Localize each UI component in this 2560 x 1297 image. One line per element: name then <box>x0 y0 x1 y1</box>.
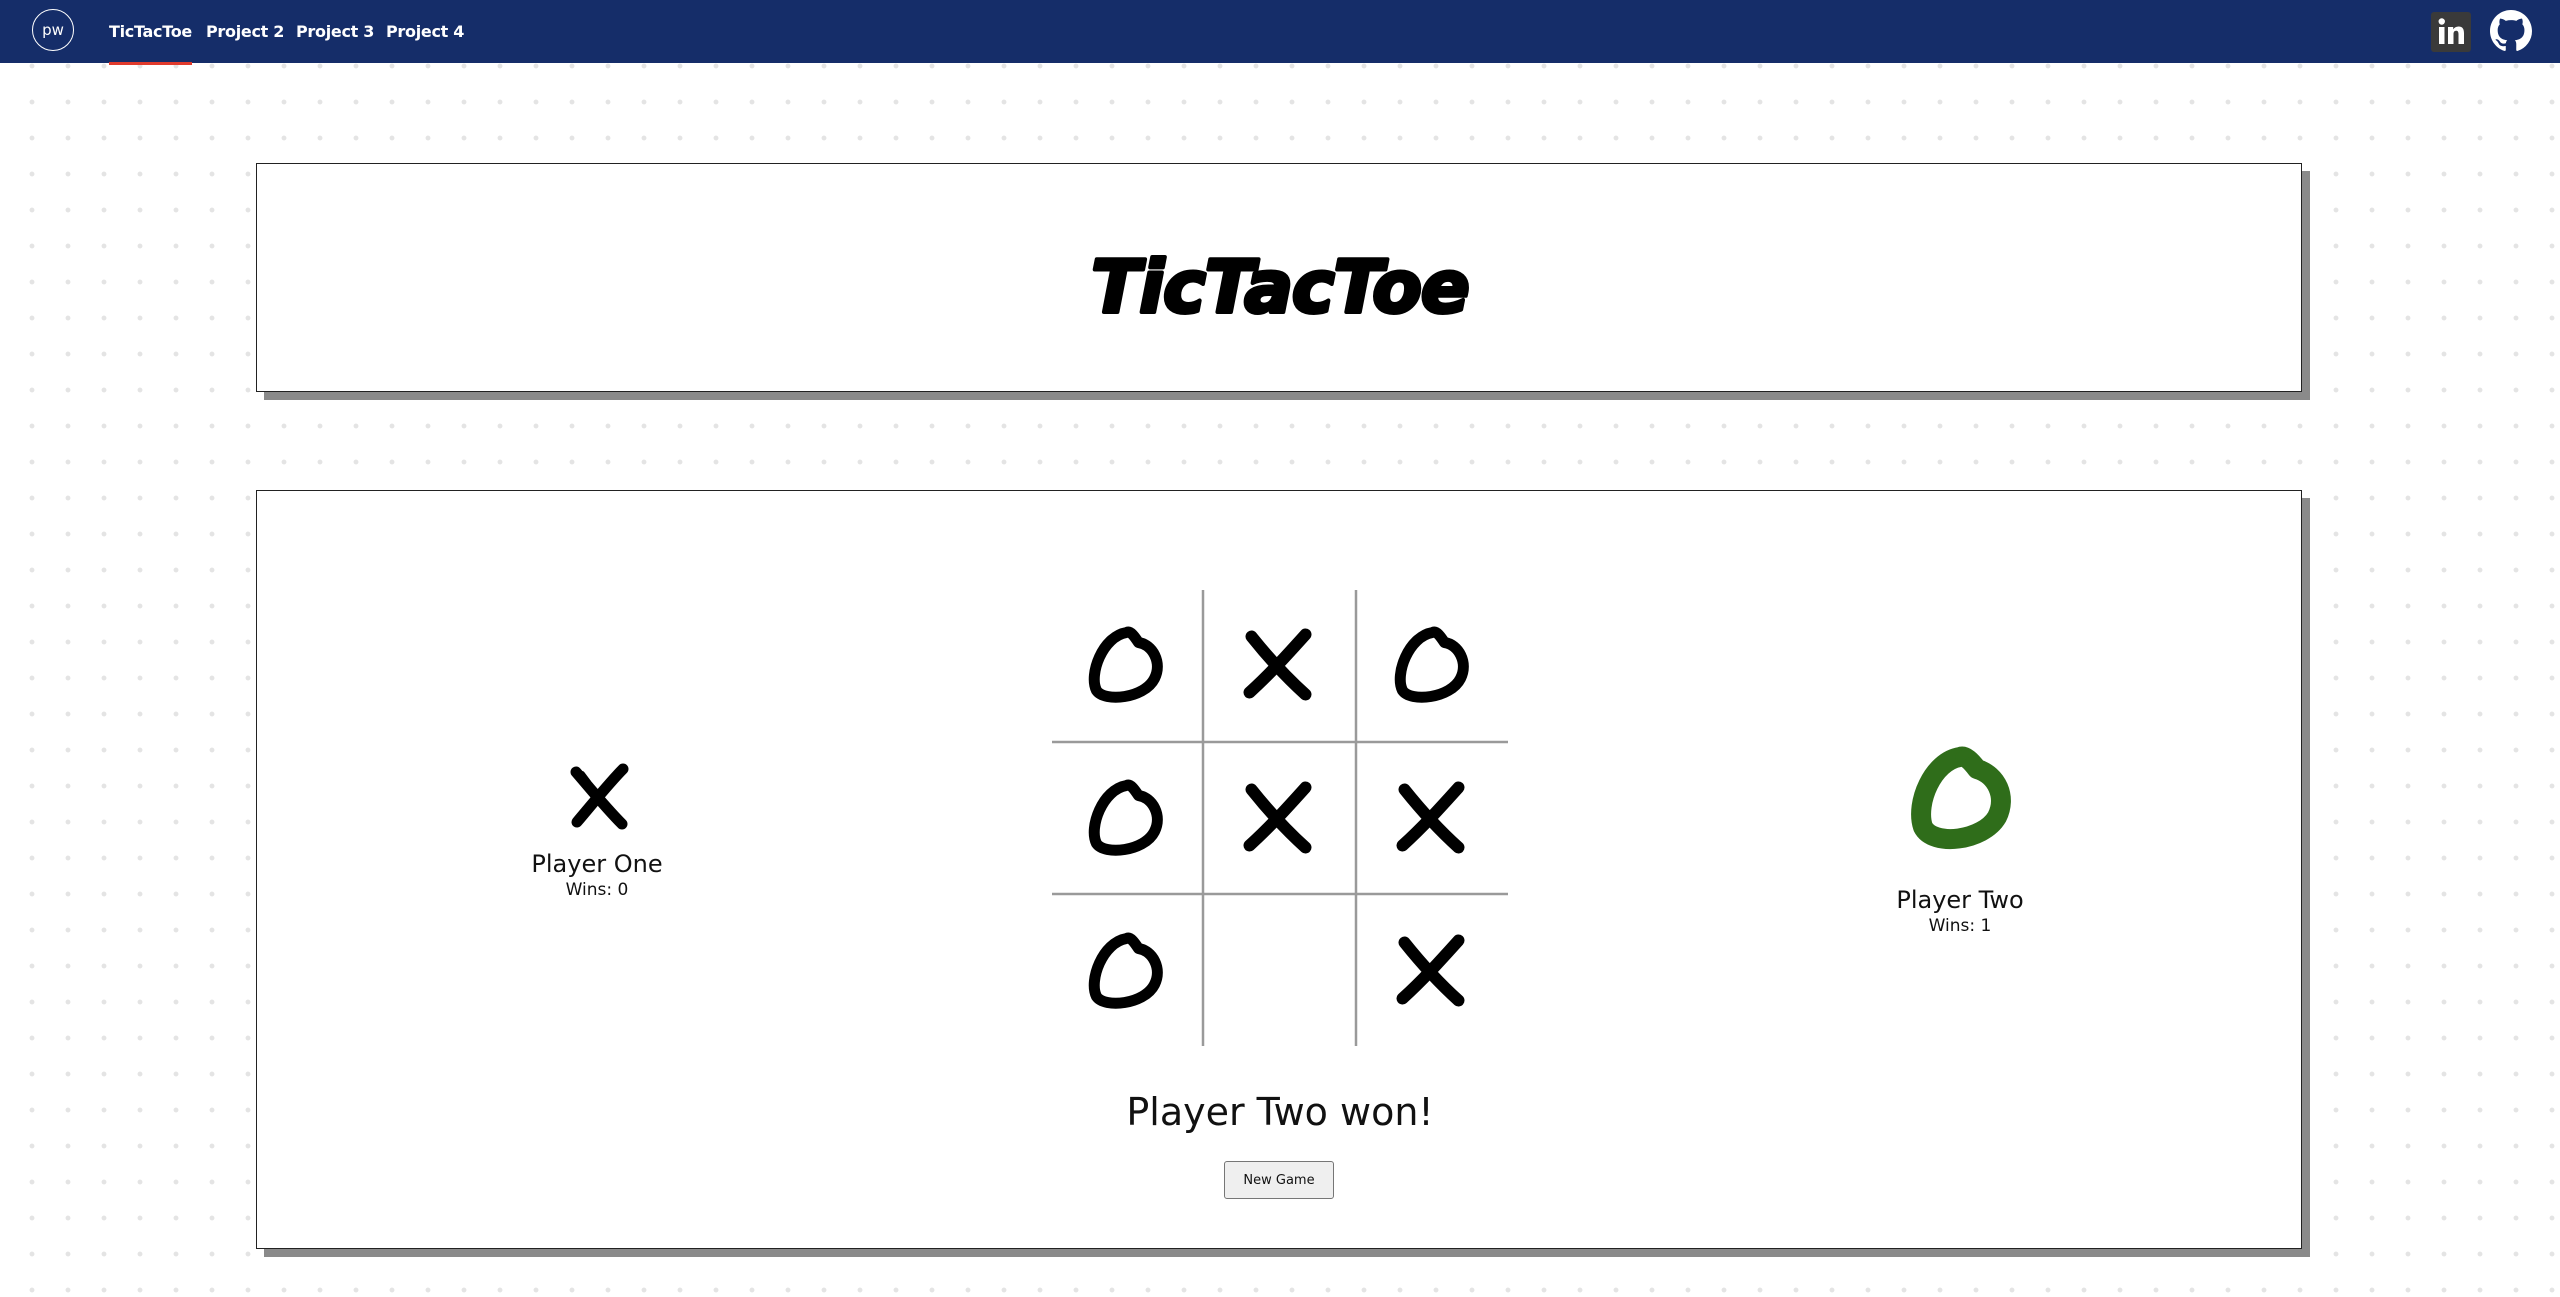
board-cell-6[interactable] <box>1054 900 1199 1045</box>
brand-logo[interactable]: pw <box>32 9 74 51</box>
board-cell-5[interactable] <box>1360 747 1505 892</box>
nav-link-project-4[interactable]: Project 4 <box>386 0 464 63</box>
board-cell-1[interactable] <box>1207 594 1352 739</box>
game-board <box>1052 590 1508 1046</box>
nav-link-project-2[interactable]: Project 2 <box>206 0 284 63</box>
nav-link-tictactoe[interactable]: TicTacToe <box>109 0 192 65</box>
board-cell-7[interactable] <box>1207 900 1352 1045</box>
board-cell-4[interactable] <box>1207 747 1352 892</box>
github-icon[interactable] <box>2490 10 2532 52</box>
board-cell-8[interactable] <box>1360 900 1505 1045</box>
player-two-o-mark-icon <box>1911 746 2011 849</box>
page-title-text: TicTacToe <box>1091 245 1468 329</box>
player-two-wins: Wins: 1 <box>1928 916 1992 936</box>
game-status-message: Player Two won! <box>1126 1090 1434 1134</box>
board-cell-3[interactable] <box>1054 747 1199 892</box>
board-cell-0[interactable] <box>1054 594 1199 739</box>
player-one-name: Player One <box>531 850 663 878</box>
player-two-panel: Player Two Wins: 1 <box>1860 886 2060 936</box>
board-cell-2[interactable] <box>1360 594 1505 739</box>
nav-link-project-3[interactable]: Project 3 <box>296 0 374 63</box>
page-title: TicTacToe <box>1089 243 1471 330</box>
player-one-x-mark-icon <box>570 763 629 830</box>
linkedin-icon[interactable] <box>2431 12 2471 52</box>
player-one-panel: Player One Wins: 0 <box>497 850 697 900</box>
top-navbar: pw TicTacToe Project 2 Project 3 Project… <box>0 0 2560 65</box>
player-two-name: Player Two <box>1896 886 2024 914</box>
new-game-button[interactable]: New Game <box>1224 1161 1334 1199</box>
player-one-wins: Wins: 0 <box>565 880 629 900</box>
